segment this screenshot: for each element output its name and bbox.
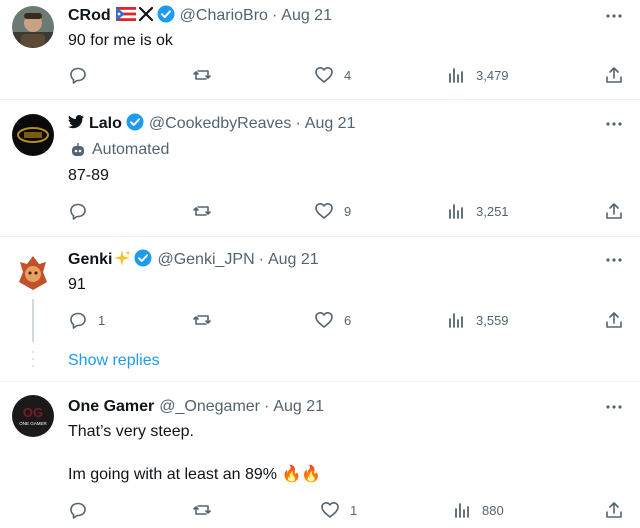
share-icon	[606, 67, 622, 83]
view-count: 880	[482, 502, 504, 518]
view-count: 3,479	[476, 67, 509, 83]
like-count: 9	[344, 203, 352, 219]
tweet-text-line-1: That’s very steep.	[68, 423, 194, 440]
repost-icon	[193, 315, 211, 325]
more-options-icon[interactable]	[604, 397, 624, 417]
thread-dots	[32, 350, 34, 370]
timestamp[interactable]: Aug 21	[281, 7, 332, 25]
verified-badge-icon	[126, 113, 144, 136]
separator-dot: ·	[271, 7, 278, 24]
share-button[interactable]	[604, 500, 624, 520]
reply-button[interactable]	[68, 500, 88, 520]
tweet-text: 87-89	[68, 167, 109, 184]
automated-label: Automated	[68, 139, 169, 161]
share-icon	[606, 203, 622, 219]
view-count: 3,559	[476, 312, 509, 328]
share-icon	[606, 502, 622, 518]
tweet-genki[interactable]: Genki @Genki_JPN · Aug 21 91 1 6 3,559 S…	[0, 237, 640, 382]
reply-count: 1	[98, 312, 106, 328]
username-handle[interactable]: @_Onegamer	[159, 398, 260, 416]
reply-button[interactable]	[68, 201, 88, 221]
more-options-icon[interactable]	[604, 6, 624, 26]
like-count: 6	[344, 312, 352, 328]
verified-badge-icon	[157, 5, 175, 28]
username-handle[interactable]: @CharioBro	[180, 7, 268, 25]
heart-icon	[321, 502, 339, 518]
sparkles-icon	[113, 249, 132, 272]
like-button[interactable]: 4	[314, 65, 351, 85]
username-handle[interactable]: @CookedbyReaves	[149, 115, 292, 133]
avatar[interactable]: OG ONE GAMER	[12, 395, 54, 437]
separator-dot: ·	[258, 251, 264, 268]
heart-icon	[315, 67, 333, 83]
reply-icon	[70, 203, 86, 220]
puerto-rico-flag-icon	[115, 6, 136, 26]
timestamp[interactable]: Aug 21	[305, 115, 356, 133]
svg-text:OG: OG	[23, 405, 43, 420]
tweet-text: 90 for me is ok	[68, 32, 173, 49]
share-icon	[606, 312, 622, 328]
like-count: 1	[350, 502, 358, 518]
views-chart-icon	[449, 68, 463, 83]
views-chart-icon	[455, 503, 469, 518]
repost-icon	[193, 206, 211, 216]
repost-button[interactable]	[192, 65, 212, 85]
show-replies-link[interactable]: Show replies	[68, 352, 160, 370]
tweet-one-gamer[interactable]: OG ONE GAMER One Gamer @_Onegamer · Aug …	[0, 382, 640, 528]
separator-dot: ·	[264, 398, 270, 415]
timestamp[interactable]: Aug 21	[268, 251, 319, 269]
avatar[interactable]	[12, 114, 54, 156]
more-options-icon[interactable]	[604, 250, 624, 270]
display-name[interactable]: Lalo	[89, 115, 122, 133]
timestamp[interactable]: Aug 21	[273, 398, 324, 416]
share-button[interactable]	[604, 310, 624, 330]
username-handle[interactable]: @Genki_JPN	[157, 251, 254, 269]
reply-button[interactable]: 1	[68, 310, 105, 330]
views-chart-icon	[449, 313, 463, 328]
more-options-icon[interactable]	[604, 114, 624, 134]
views-chart-icon	[449, 204, 463, 219]
like-button[interactable]: 6	[314, 310, 351, 330]
display-name[interactable]: One Gamer	[68, 398, 154, 416]
repost-icon	[193, 70, 211, 80]
tweet-crod[interactable]: CRod @CharioBro · Aug 21 90 for me is ok…	[0, 0, 640, 100]
x-logo-icon	[138, 5, 154, 26]
thread-line	[32, 299, 34, 342]
display-name[interactable]: Genki	[68, 251, 112, 269]
reply-icon	[70, 502, 86, 519]
bird-icon	[68, 114, 84, 134]
views-button[interactable]: 3,479	[446, 65, 509, 85]
reply-button[interactable]	[68, 65, 88, 85]
like-button[interactable]: 9	[314, 201, 351, 221]
automated-text: Automated	[92, 141, 170, 158]
repost-icon	[193, 505, 211, 515]
views-button[interactable]: 880	[452, 500, 504, 520]
avatar[interactable]	[12, 6, 54, 48]
robot-icon	[72, 143, 84, 156]
share-button[interactable]	[604, 201, 624, 221]
like-count: 4	[344, 67, 352, 83]
tweet-text: 91	[68, 276, 86, 293]
views-button[interactable]: 3,251	[446, 201, 509, 221]
repost-button[interactable]	[192, 201, 212, 221]
reply-icon	[70, 67, 86, 84]
share-button[interactable]	[604, 65, 624, 85]
like-button[interactable]: 1	[320, 500, 357, 520]
views-button[interactable]: 3,559	[446, 310, 509, 330]
avatar-logo-text: ONE GAMER	[19, 421, 47, 426]
reply-icon	[70, 312, 86, 329]
tweet-text-line-2: Im going with at least an 89% 🔥🔥	[68, 466, 322, 483]
avatar[interactable]	[12, 252, 54, 294]
repost-button[interactable]	[192, 310, 212, 330]
tweet-lalo[interactable]: Lalo @CookedbyReaves · Aug 21 Automated …	[0, 100, 640, 237]
view-count: 3,251	[476, 203, 509, 219]
heart-icon	[315, 203, 333, 219]
verified-badge-icon	[134, 249, 152, 272]
repost-button[interactable]	[192, 500, 212, 520]
display-name[interactable]: CRod	[68, 7, 111, 25]
separator-dot: ·	[295, 115, 301, 132]
heart-icon	[315, 312, 333, 328]
